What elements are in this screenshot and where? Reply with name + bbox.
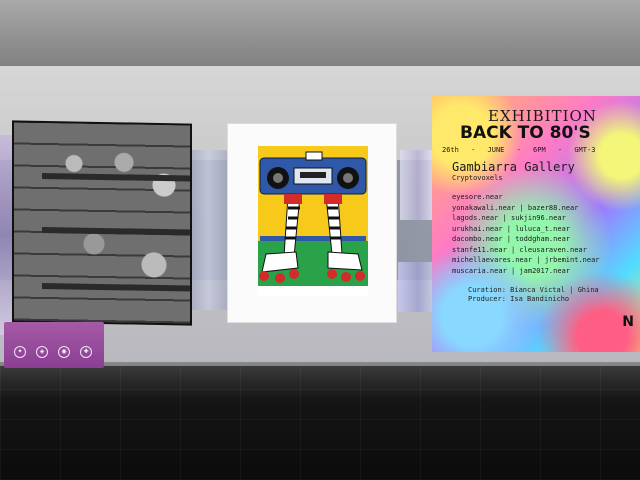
wall-glitch-center xyxy=(188,150,228,310)
gallery-scene: ✦ ◈ ◉ ✚ EXHIBITION BACK TO 80'S 26th - J… xyxy=(0,0,640,480)
floor-grid xyxy=(0,366,640,480)
poster-date-row: 26th - JUNE - 6PM - GMT-3 xyxy=(442,146,603,154)
boombox-skate-artwork-frame[interactable] xyxy=(228,124,396,322)
event-icon: ◉ xyxy=(58,346,70,358)
poster-artist: yonakawali.near | bazer88.near xyxy=(452,203,579,212)
exhibition-poster-frame[interactable]: EXHIBITION BACK TO 80'S 26th - JUNE - 6P… xyxy=(432,96,640,352)
info-icon: ✦ xyxy=(14,346,26,358)
poster-producer: Producer: Isa Bandinicho xyxy=(468,295,570,303)
poster-date-part: JUNE xyxy=(487,146,505,154)
boombox-skate-artwork xyxy=(258,146,368,296)
poster-artist: dacombo.near | toddgham.near xyxy=(452,235,571,243)
ceiling xyxy=(0,0,640,70)
poster-date-part: - xyxy=(557,146,563,154)
poster-artist: stanfe11.near | cleusaraven.near xyxy=(452,245,587,254)
poster-logo: N xyxy=(622,314,634,330)
poster-headline: BACK TO 80'S xyxy=(460,123,591,143)
clock-shop-photo-frame[interactable] xyxy=(14,122,190,324)
poster-artist: urukhai.near | luluca_t.near xyxy=(452,224,571,233)
poster-artist: muscaria.near | jam2017.near xyxy=(452,266,571,275)
clock-shop-photo xyxy=(14,122,190,324)
wall-glitch-right-top xyxy=(400,150,436,220)
poster-date-part: GMT-3 xyxy=(574,146,596,154)
poster-artist: eyesore.near xyxy=(452,193,503,201)
poster-artist: lagods.near | sukjin96.near xyxy=(452,214,566,222)
link-icon: ✚ xyxy=(80,346,92,358)
poster-date-part: - xyxy=(471,146,476,154)
poster-date-part: 26th xyxy=(442,146,459,154)
poster-credits: Curation: Bianca Victal | Ghina Producer… xyxy=(468,286,599,304)
poster-date-part: 6PM xyxy=(533,146,546,154)
gallery-icon: ◈ xyxy=(36,346,48,358)
poster-artist-list: eyesore.near yonakawali.near | bazer88.n… xyxy=(452,192,600,276)
poster-date-part: - xyxy=(516,146,521,154)
poster-curation: Curation: Bianca Victal | Ghina xyxy=(468,286,599,294)
gallery-info-sign[interactable]: ✦ ◈ ◉ ✚ xyxy=(4,322,104,368)
poster-artist: michellaevares.near | jrbemint.near xyxy=(452,256,600,264)
poster-gallery-name: Gambiarra Gallery xyxy=(452,160,575,174)
poster-venue: Cryptovoxels xyxy=(452,174,503,182)
